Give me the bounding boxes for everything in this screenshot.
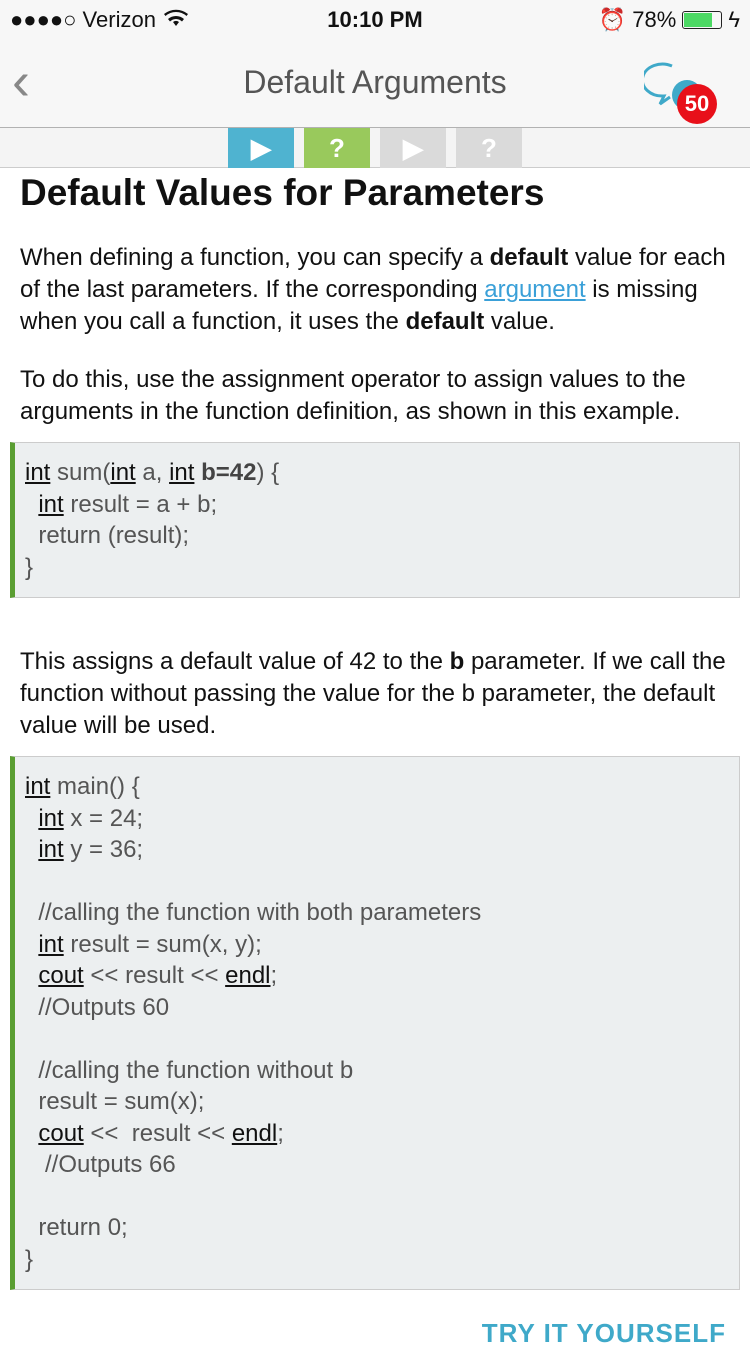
- lesson-step-1[interactable]: ▶: [228, 128, 294, 168]
- paragraph-1: When defining a function, you can specif…: [20, 242, 730, 338]
- keyword-link[interactable]: endl: [225, 962, 270, 989]
- text-span: [25, 1120, 38, 1147]
- text-span: [25, 962, 38, 989]
- text-span: ;: [270, 962, 278, 989]
- text-span: value.: [484, 308, 555, 335]
- bold-text: default: [489, 244, 569, 271]
- text-span: sum(: [50, 459, 111, 486]
- glossary-link[interactable]: argument: [484, 276, 585, 303]
- text-span: << result <<: [83, 962, 226, 989]
- code-line: //Outputs 66: [25, 1149, 729, 1181]
- text-span: return (result);: [25, 522, 190, 549]
- text-span: //Outputs 60: [25, 993, 170, 1021]
- text-span: To do this, use the assignment operator …: [20, 366, 686, 425]
- bold-text: b: [449, 648, 465, 675]
- text-span: [25, 836, 38, 863]
- code-line: int sum(int a, int b=42) {: [25, 457, 729, 489]
- text-span: << result <<: [83, 1119, 232, 1147]
- keyword-link[interactable]: int: [38, 931, 63, 958]
- text-span: x = 24;: [63, 804, 144, 832]
- text-span: ) {: [256, 459, 280, 486]
- status-bar: ●●●●○ Verizon 10:10 PM ⏰ 78% ϟ: [0, 0, 750, 40]
- quiz-step-2[interactable]: ?: [304, 128, 370, 168]
- code-line: return 0;: [25, 1212, 729, 1244]
- keyword-link[interactable]: int: [38, 491, 63, 518]
- keyword-link[interactable]: int: [110, 459, 135, 486]
- paragraph-3: This assigns a default value of 42 to th…: [20, 646, 730, 742]
- code-line: return (result);: [25, 520, 729, 552]
- text-span: [25, 491, 38, 518]
- text-span: [25, 931, 38, 958]
- text-span: y = 36;: [63, 836, 144, 863]
- code-line: //Outputs 60: [25, 992, 729, 1024]
- code-line: int x = 24;: [25, 803, 729, 835]
- text-span: //calling the function with both paramet…: [25, 899, 482, 926]
- comments-count-badge: 50: [677, 84, 717, 124]
- code-line: //calling the function without b: [25, 1055, 729, 1087]
- text-span: }: [25, 553, 34, 581]
- text-span: This assigns a default value of 42 to th…: [20, 648, 450, 675]
- text-span: [25, 805, 38, 832]
- code-line: int y = 36;: [25, 834, 729, 866]
- lesson-heading: Default Values for Parameters: [20, 172, 545, 213]
- paragraph-2: To do this, use the assignment operator …: [20, 364, 730, 428]
- carrier: ●●●●○ Verizon: [10, 7, 156, 32]
- quiz-step-4[interactable]: ?: [456, 128, 522, 168]
- keyword-link[interactable]: int: [38, 805, 63, 832]
- text-span: main() {: [50, 773, 140, 800]
- code-line: int result = sum(x, y);: [25, 929, 729, 961]
- code-line: }: [25, 1244, 729, 1276]
- keyword-link[interactable]: int: [25, 773, 50, 800]
- text-span: //Outputs 66: [25, 1151, 176, 1178]
- keyword-link[interactable]: int: [169, 459, 194, 486]
- text-span: return 0;: [25, 1214, 128, 1241]
- alarm-icon: ⏰: [598, 7, 627, 32]
- code-line: cout << result << endl;: [25, 1118, 729, 1150]
- keyword-link[interactable]: int: [25, 459, 50, 486]
- bold-text: default: [405, 308, 485, 335]
- keyword-link[interactable]: cout: [38, 962, 83, 989]
- code-line: int main() {: [25, 771, 729, 803]
- code-block-1: int sum(int a, int b=42) { int result = …: [10, 442, 740, 598]
- keyword-link[interactable]: endl: [232, 1120, 277, 1147]
- text-span: When defining a function, you can specif…: [20, 244, 490, 271]
- text-span: result = sum(x, y);: [63, 930, 262, 958]
- code-line: }: [25, 552, 729, 584]
- bold-text: b=42: [201, 459, 257, 486]
- keyword-link[interactable]: int: [38, 836, 63, 863]
- wifi-icon: [163, 7, 188, 33]
- text-span: result = a + b;: [63, 490, 218, 518]
- text-span: //calling the function without b: [25, 1056, 354, 1084]
- page-title: Default Arguments: [243, 64, 507, 100]
- code-line: cout << result << endl;: [25, 960, 729, 992]
- code-line: int result = a + b;: [25, 489, 729, 521]
- lesson-step-3[interactable]: ▶: [380, 128, 446, 168]
- text-span: ;: [277, 1119, 284, 1147]
- navigation-bar: ‹ Default Arguments 50: [0, 40, 750, 128]
- text-span: result = sum(x);: [25, 1088, 205, 1115]
- battery-icon: [682, 11, 723, 29]
- keyword-link[interactable]: cout: [38, 1120, 83, 1147]
- code-line: //calling the function with both paramet…: [25, 897, 729, 929]
- code-block-2: int main() { int x = 24; int y = 36; //c…: [10, 756, 740, 1290]
- battery-percent: 78%: [632, 7, 677, 32]
- charging-icon: ϟ: [728, 7, 740, 32]
- text-span: }: [25, 1245, 34, 1273]
- lesson-steps: ▶? ▶?: [0, 128, 750, 168]
- code-line: result = sum(x);: [25, 1086, 729, 1118]
- text-span: a,: [135, 459, 170, 486]
